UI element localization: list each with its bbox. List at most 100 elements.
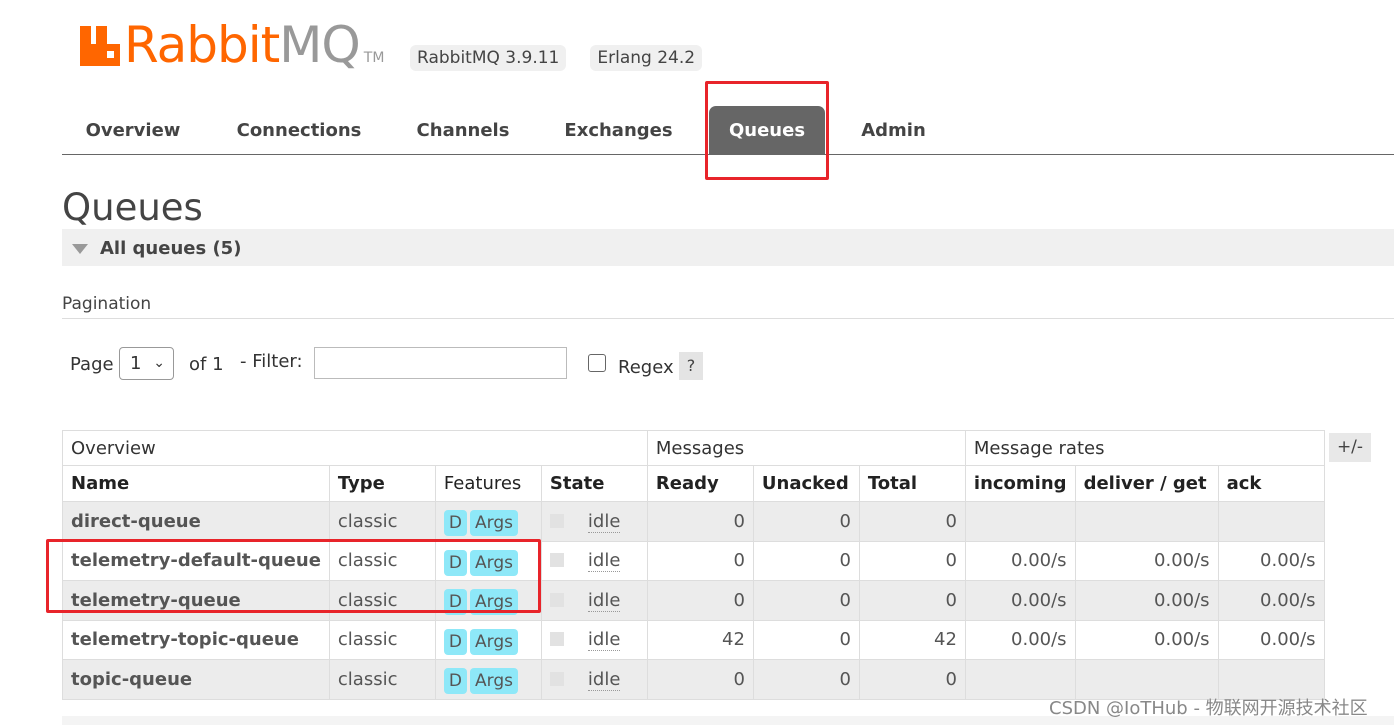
regex-label: Regex	[618, 357, 674, 378]
table-row: telemetry-default-queue classic D Args id…	[62, 540, 1325, 581]
page-label: Page	[70, 354, 114, 375]
args-feature-badge: Args	[470, 628, 518, 655]
durable-feature-badge: D	[443, 510, 467, 537]
queue-state: idle	[540, 501, 648, 542]
pagination-title: Pagination	[62, 294, 152, 314]
section-label: All queues (5)	[100, 238, 242, 259]
unacked-count: 0	[752, 540, 860, 581]
incoming-rate: 0.00/s	[964, 580, 1076, 621]
durable-feature-badge: D	[443, 628, 467, 655]
queue-name-link[interactable]: topic-queue	[62, 659, 330, 700]
regex-checkbox[interactable]	[588, 354, 606, 372]
collapse-triangle-icon	[72, 244, 88, 254]
tab-channels[interactable]: Channels	[405, 106, 521, 154]
unacked-count: 0	[752, 619, 860, 660]
ack-rate: 0.00/s	[1217, 540, 1325, 581]
deliver-get-rate	[1074, 501, 1219, 542]
state-text: idle	[587, 550, 621, 573]
page-select[interactable]: 1 ⌄	[119, 347, 174, 380]
incoming-rate	[964, 501, 1076, 542]
args-feature-badge: Args	[470, 668, 518, 695]
chevron-down-icon: ⌄	[153, 355, 165, 371]
state-text: idle	[587, 668, 621, 691]
column-toggle-button[interactable]: +/-	[1329, 433, 1371, 462]
all-queues-section-toggle[interactable]: All queues (5)	[62, 229, 1394, 266]
queue-features: D Args	[434, 619, 542, 660]
ready-count: 0	[646, 501, 754, 542]
column-header-ack[interactable]: ack	[1217, 465, 1325, 502]
table-row: telemetry-queue classic D Args idle 0 0 0…	[62, 580, 1325, 621]
tab-admin[interactable]: Admin	[851, 106, 936, 154]
table-row: direct-queue classic D Args idle 0 0 0	[62, 501, 1325, 542]
tab-exchanges[interactable]: Exchanges	[555, 106, 682, 154]
rabbit-logo-icon	[80, 26, 120, 66]
total-count: 42	[858, 619, 966, 660]
ack-rate: 0.00/s	[1217, 580, 1325, 621]
rabbitmq-version-badge: RabbitMQ 3.9.11	[410, 45, 567, 71]
unacked-count: 0	[752, 659, 860, 700]
queue-name-link[interactable]: telemetry-topic-queue	[62, 619, 330, 660]
pagination-controls: Page 1 ⌄ of 1 - Filter: Regex ?	[70, 346, 710, 386]
deliver-get-rate: 0.00/s	[1074, 580, 1219, 621]
column-header-deliver-get[interactable]: deliver / get	[1074, 465, 1219, 502]
queue-state: idle	[540, 580, 648, 621]
tab-connections[interactable]: Connections	[227, 106, 371, 154]
state-indicator-icon	[549, 592, 564, 607]
args-feature-badge: Args	[470, 510, 518, 537]
table-row: telemetry-topic-queue classic D Args idle…	[62, 619, 1325, 660]
column-header-unacked[interactable]: Unacked	[752, 465, 860, 502]
queue-type: classic	[328, 501, 436, 542]
queue-features: D Args	[434, 580, 542, 621]
queue-type: classic	[328, 540, 436, 581]
column-header-type[interactable]: Type	[328, 465, 436, 502]
ack-rate	[1217, 501, 1325, 542]
total-count: 0	[858, 580, 966, 621]
queue-features: D Args	[434, 659, 542, 700]
queue-features: D Args	[434, 540, 542, 581]
queues-table: Overview Messages Message rates Name Typ…	[62, 430, 1325, 700]
filter-input[interactable]	[314, 347, 567, 379]
column-header-state[interactable]: State	[540, 465, 648, 502]
column-header-ready[interactable]: Ready	[646, 465, 754, 502]
state-indicator-icon	[549, 513, 564, 528]
queue-name-link[interactable]: direct-queue	[62, 501, 330, 542]
tab-queues[interactable]: Queues	[709, 106, 825, 154]
watermark-text: CSDN @IoTHub - 物联网开源技术社区	[1049, 698, 1368, 719]
queue-features: D Args	[434, 501, 542, 542]
queue-name-link[interactable]: telemetry-default-queue	[62, 540, 330, 581]
deliver-get-rate: 0.00/s	[1074, 540, 1219, 581]
ready-count: 0	[646, 659, 754, 700]
column-header-features: Features	[434, 465, 542, 502]
regex-help-button[interactable]: ?	[679, 352, 703, 380]
state-text: idle	[587, 510, 621, 533]
ready-count: 0	[646, 540, 754, 581]
total-count: 0	[858, 501, 966, 542]
unacked-count: 0	[752, 580, 860, 621]
group-header-messages: Messages	[646, 430, 966, 466]
tab-overview[interactable]: Overview	[62, 106, 204, 154]
total-count: 0	[858, 540, 966, 581]
queue-type: classic	[328, 619, 436, 660]
state-indicator-icon	[549, 553, 564, 568]
page-title: Queues	[62, 186, 203, 229]
main-nav-tabs: Overview Connections Channels Exchanges …	[62, 106, 1394, 155]
total-count: 0	[858, 659, 966, 700]
durable-feature-badge: D	[443, 668, 467, 695]
column-header-total[interactable]: Total	[858, 465, 966, 502]
deliver-get-rate: 0.00/s	[1074, 619, 1219, 660]
rabbitmq-logo[interactable]: RabbitMQ TM	[80, 18, 384, 72]
queue-type: classic	[328, 659, 436, 700]
args-feature-badge: Args	[470, 549, 518, 576]
column-header-incoming[interactable]: incoming	[964, 465, 1076, 502]
state-indicator-icon	[549, 632, 564, 647]
durable-feature-badge: D	[443, 589, 467, 616]
logo-trademark: TM	[363, 50, 385, 66]
args-feature-badge: Args	[470, 589, 518, 616]
queue-state: idle	[540, 619, 648, 660]
version-info: RabbitMQ 3.9.11 Erlang 24.2	[410, 45, 703, 71]
state-indicator-icon	[549, 671, 564, 686]
queue-type: classic	[328, 580, 436, 621]
queue-name-link[interactable]: telemetry-queue	[62, 580, 330, 621]
filter-label: - Filter:	[240, 351, 303, 372]
column-header-name[interactable]: Name	[62, 465, 330, 502]
